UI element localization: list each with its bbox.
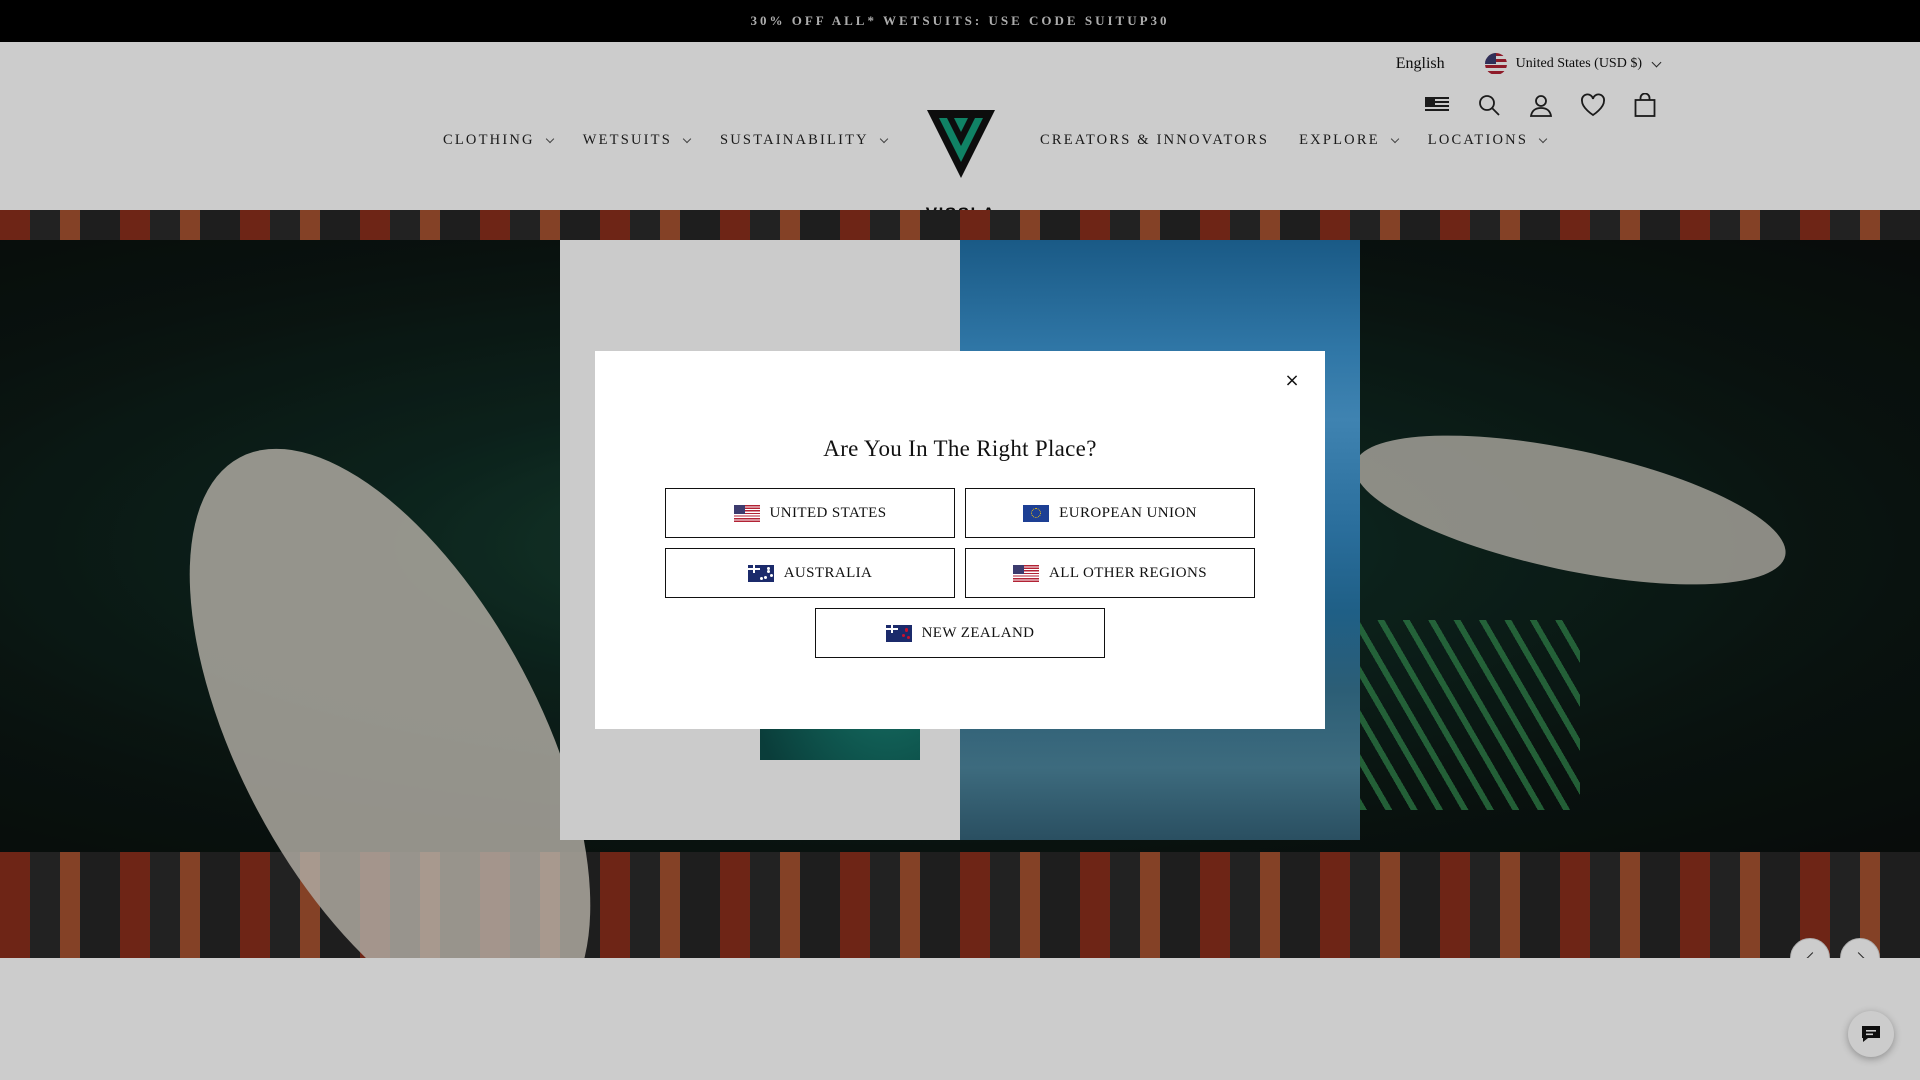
eu-flag-icon <box>1023 504 1050 522</box>
region-european-union-button[interactable]: EUROPEAN UNION <box>965 488 1255 538</box>
region-all-other-regions-button[interactable]: ALL OTHER REGIONS <box>965 548 1255 598</box>
region-united-states-button[interactable]: UNITED STATES <box>665 488 955 538</box>
region-new-zealand-button[interactable]: NEW ZEALAND <box>815 608 1105 658</box>
au-flag-icon <box>747 564 774 582</box>
region-australia-button[interactable]: AUSTRALIA <box>665 548 955 598</box>
region-label: ALL OTHER REGIONS <box>1049 564 1207 581</box>
nz-flag-icon <box>885 624 912 642</box>
region-label: EUROPEAN UNION <box>1059 504 1197 521</box>
us-flag-icon <box>1013 564 1040 582</box>
region-label: UNITED STATES <box>769 504 887 521</box>
region-selector-dialog: × Are You In The Right Place? UNITED STA… <box>595 351 1325 729</box>
close-icon[interactable]: × <box>1283 370 1301 391</box>
dialog-title: Are You In The Right Place? <box>823 436 1097 461</box>
region-label: NEW ZEALAND <box>921 624 1035 641</box>
region-label: AUSTRALIA <box>783 564 873 581</box>
us-flag-icon <box>733 504 760 522</box>
